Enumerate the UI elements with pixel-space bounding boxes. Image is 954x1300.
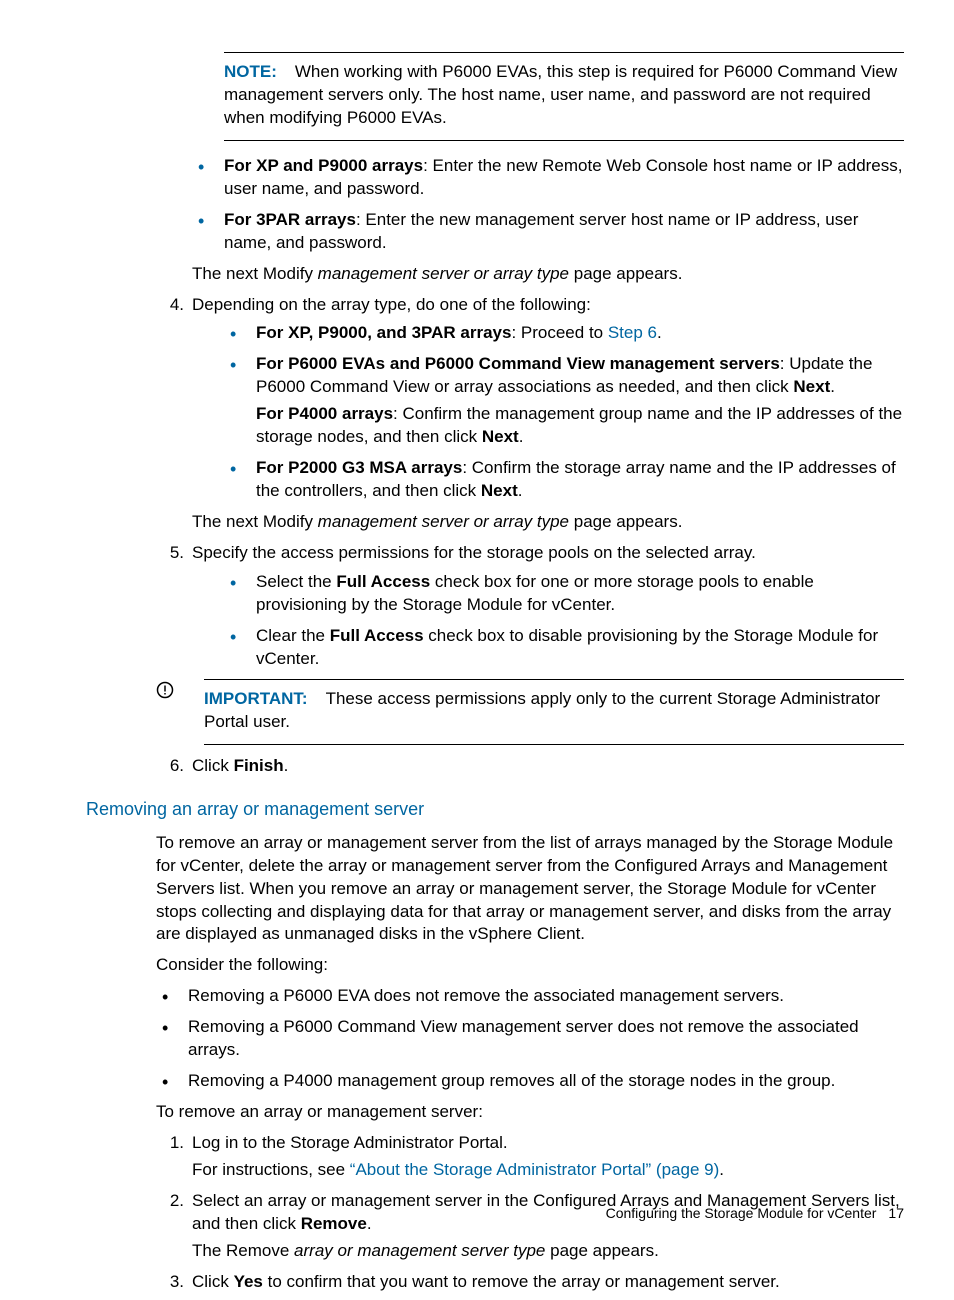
body-paragraph: The next Modify management server or arr… bbox=[192, 263, 904, 286]
body-paragraph: To remove an array or management server: bbox=[156, 1101, 904, 1124]
body-text: . bbox=[284, 756, 289, 775]
step-item: 5. Specify the access permissions for th… bbox=[156, 542, 904, 565]
bold-text: Finish bbox=[234, 756, 284, 775]
bold-text: Yes bbox=[234, 1272, 263, 1291]
body-text: page appears. bbox=[545, 1241, 658, 1260]
bold-text: For XP and P9000 arrays bbox=[224, 156, 423, 175]
body-text: . bbox=[719, 1160, 724, 1179]
step-item: 3. Click Yes to confirm that you want to… bbox=[156, 1271, 904, 1294]
body-text: Removing a P6000 Command View management… bbox=[188, 1017, 859, 1059]
body-text: Click bbox=[192, 756, 234, 775]
body-text: . bbox=[518, 481, 523, 500]
body-paragraph: For P4000 arrays: Confirm the management… bbox=[256, 403, 904, 449]
step-list: 5. Specify the access permissions for th… bbox=[156, 542, 904, 565]
link-admin-portal[interactable]: “About the Storage Administrator Portal”… bbox=[350, 1160, 719, 1179]
important-box: IMPORTANT:These access permissions apply… bbox=[204, 679, 904, 745]
step-list: 6. Click Finish. bbox=[156, 755, 904, 778]
bold-text: Full Access bbox=[336, 572, 430, 591]
bold-text: For P4000 arrays bbox=[256, 404, 393, 423]
list-item: For XP, P9000, and 3PAR arrays: Proceed … bbox=[224, 322, 904, 345]
step-number: 5. bbox=[156, 542, 184, 565]
body-text: The next Modify bbox=[192, 264, 318, 283]
body-text: . bbox=[519, 427, 524, 446]
bold-text: For P2000 G3 MSA arrays bbox=[256, 458, 462, 477]
body-text: : Proceed to bbox=[511, 323, 607, 342]
body-paragraph: To remove an array or management server … bbox=[156, 832, 904, 947]
important-row: IMPORTANT:These access permissions apply… bbox=[156, 679, 904, 745]
list-item: Removing a P6000 Command View management… bbox=[156, 1016, 904, 1062]
bold-text: Next bbox=[793, 377, 830, 396]
body-text: . bbox=[657, 323, 662, 342]
bullet-list-arrays: For XP and P9000 arrays: Enter the new R… bbox=[192, 155, 904, 255]
bold-text: For XP, P9000, and 3PAR arrays bbox=[256, 323, 511, 342]
bold-text: For P6000 EVAs and P6000 Command View ma… bbox=[256, 354, 780, 373]
body-paragraph: For instructions, see “About the Storage… bbox=[192, 1159, 904, 1182]
section-heading: Removing an array or management server bbox=[86, 797, 904, 821]
list-item: Select the Full Access check box for one… bbox=[224, 571, 904, 617]
body-paragraph: The Remove array or management server ty… bbox=[192, 1240, 904, 1263]
bold-text: Next bbox=[482, 427, 519, 446]
step-number: 4. bbox=[156, 294, 184, 317]
italic-text: management server or array type bbox=[318, 264, 569, 283]
step-item: 6. Click Finish. bbox=[156, 755, 904, 778]
step-number: 2. bbox=[156, 1190, 184, 1213]
step-text: Specify the access permissions for the s… bbox=[192, 543, 756, 562]
body-text: For instructions, see bbox=[192, 1160, 350, 1179]
body-paragraph: Consider the following: bbox=[156, 954, 904, 977]
body-text: The next Modify bbox=[192, 512, 318, 531]
list-item: For XP and P9000 arrays: Enter the new R… bbox=[192, 155, 904, 201]
note-label: NOTE: bbox=[224, 62, 295, 81]
italic-text: array or management server type bbox=[294, 1241, 545, 1260]
list-item: Clear the Full Access check box to disab… bbox=[224, 625, 904, 671]
note-box: NOTE:When working with P6000 EVAs, this … bbox=[224, 52, 904, 141]
list-item: For P6000 EVAs and P6000 Command View ma… bbox=[224, 353, 904, 449]
bullet-list-consider: Removing a P6000 EVA does not remove the… bbox=[156, 985, 904, 1093]
step-number: 3. bbox=[156, 1271, 184, 1294]
step-list: 4. Depending on the array type, do one o… bbox=[156, 294, 904, 317]
step-item: 1. Log in to the Storage Administrator P… bbox=[156, 1132, 904, 1182]
bold-text: For 3PAR arrays bbox=[224, 210, 356, 229]
important-icon bbox=[156, 679, 174, 706]
note-text: When working with P6000 EVAs, this step … bbox=[224, 62, 897, 127]
body-text: Clear the bbox=[256, 626, 330, 645]
step-number: 6. bbox=[156, 755, 184, 778]
bold-text: Next bbox=[481, 481, 518, 500]
body-text: . bbox=[367, 1214, 372, 1233]
body-text: The Remove bbox=[192, 1241, 294, 1260]
list-item: For 3PAR arrays: Enter the new managemen… bbox=[192, 209, 904, 255]
step-item: 2. Select an array or management server … bbox=[156, 1190, 904, 1263]
body-text: Removing a P6000 EVA does not remove the… bbox=[188, 986, 784, 1005]
bold-text: Full Access bbox=[330, 626, 424, 645]
body-text: page appears. bbox=[569, 264, 682, 283]
body-paragraph: The next Modify management server or arr… bbox=[192, 511, 904, 534]
body-text: page appears. bbox=[569, 512, 682, 531]
italic-text: management server or array type bbox=[318, 512, 569, 531]
body-text: Click bbox=[192, 1272, 234, 1291]
step-item: 4. Depending on the array type, do one o… bbox=[156, 294, 904, 317]
bullet-list-step5: Select the Full Access check box for one… bbox=[224, 571, 904, 671]
important-label: IMPORTANT: bbox=[204, 689, 326, 708]
link-step6[interactable]: Step 6 bbox=[608, 323, 657, 342]
step-text: Depending on the array type, do one of t… bbox=[192, 295, 591, 314]
body-text: Removing a P4000 management group remove… bbox=[188, 1071, 835, 1090]
footer-page-number: 17 bbox=[876, 1205, 904, 1221]
page-content: { "note": { "label": "NOTE:", "text": "W… bbox=[156, 52, 904, 1300]
body-text: . bbox=[830, 377, 835, 396]
body-text: Select the bbox=[256, 572, 336, 591]
body-text: to confirm that you want to remove the a… bbox=[263, 1272, 780, 1291]
bold-text: Remove bbox=[301, 1214, 367, 1233]
page-footer: Configuring the Storage Module for vCent… bbox=[606, 1204, 904, 1223]
list-item: Removing a P4000 management group remove… bbox=[156, 1070, 904, 1093]
step-text: Log in to the Storage Administrator Port… bbox=[192, 1133, 508, 1152]
list-item: Removing a P6000 EVA does not remove the… bbox=[156, 985, 904, 1008]
bullet-list-step4: For XP, P9000, and 3PAR arrays: Proceed … bbox=[224, 322, 904, 503]
list-item: For P2000 G3 MSA arrays: Confirm the sto… bbox=[224, 457, 904, 503]
footer-text: Configuring the Storage Module for vCent… bbox=[606, 1205, 877, 1221]
step-number: 1. bbox=[156, 1132, 184, 1155]
